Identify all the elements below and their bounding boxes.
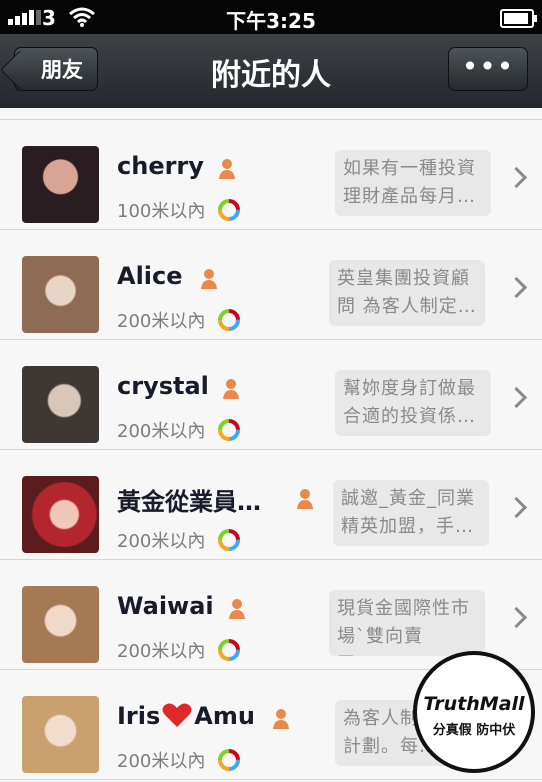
person-name: cherry: [117, 152, 204, 180]
avatar[interactable]: [22, 586, 99, 663]
person-female-icon: [201, 269, 217, 289]
album-color-icon: [218, 639, 240, 661]
distance-label: 200米以內: [117, 531, 206, 552]
album-color-icon: [218, 199, 240, 221]
list-top-divider: [0, 108, 542, 120]
person-female-icon: [297, 489, 313, 509]
person-name-suffix: Amu: [194, 702, 255, 730]
person-name: Iris Amu: [117, 702, 255, 730]
album-color-icon: [218, 419, 240, 441]
status-time: 下午3:25: [226, 9, 316, 33]
person-name: 黃金從業員…: [117, 488, 261, 516]
watermark-slogan: 分真假 防中伏: [432, 723, 516, 738]
person-name-prefix: Iris: [117, 702, 161, 730]
person-female-icon: [229, 599, 245, 619]
avatar[interactable]: [22, 256, 99, 333]
chevron-right-icon: [505, 386, 528, 409]
truthmall-watermark-logo: TruthMall 分真假 防中伏: [413, 651, 535, 773]
list-item[interactable]: crystal 200米以內 幫妳度身訂做最合適的投資係…: [0, 340, 542, 450]
distance-label: 200米以內: [117, 311, 206, 332]
chevron-right-icon: [505, 606, 528, 629]
person-female-icon: [219, 159, 235, 179]
signature-bubble: 誠邀_黃金_同業精英加盟，手…: [333, 480, 489, 546]
avatar[interactable]: [22, 476, 99, 553]
chevron-right-icon: [505, 496, 528, 519]
distance-label: 200米以內: [117, 421, 206, 442]
person-female-icon: [223, 379, 239, 399]
album-color-icon: [218, 529, 240, 551]
avatar[interactable]: [22, 696, 99, 773]
person-name: Waiwai: [117, 592, 214, 620]
navigation-bar: 朋友 附近的人 •••: [0, 34, 542, 109]
heart-emoji-icon: [162, 703, 192, 727]
watermark-brand: TruthMall: [423, 693, 525, 715]
more-options-button[interactable]: •••: [448, 47, 528, 91]
person-name: crystal: [117, 372, 209, 400]
list-item[interactable]: cherry 100米以內 如果有一種投資理財產品每月…: [0, 120, 542, 230]
chevron-right-icon: [505, 166, 528, 189]
avatar[interactable]: [22, 146, 99, 223]
album-color-icon: [218, 749, 240, 771]
avatar[interactable]: [22, 366, 99, 443]
list-item[interactable]: Alice 200米以內 英皇集團投資顧問 為客人制定…: [0, 230, 542, 340]
distance-label: 100米以內: [117, 201, 206, 222]
status-bar: 3 下午3:25: [0, 0, 542, 34]
signature-bubble: 幫妳度身訂做最合適的投資係…: [335, 370, 491, 436]
signature-bubble: 現貨金國際性市場`雙向賣買！…: [329, 590, 485, 656]
chevron-right-icon: [505, 276, 528, 299]
signature-bubble: 英皇集團投資顧問 為客人制定…: [329, 260, 485, 326]
person-female-icon: [273, 709, 289, 729]
person-name: Alice: [117, 262, 183, 290]
list-item[interactable]: 黃金從業員… 200米以內 誠邀_黃金_同業精英加盟，手…: [0, 450, 542, 560]
signature-bubble: 如果有一種投資理財產品每月…: [335, 150, 491, 216]
distance-label: 200米以內: [117, 641, 206, 662]
battery-icon: [500, 9, 537, 28]
album-color-icon: [218, 309, 240, 331]
distance-label: 200米以內: [117, 751, 206, 772]
